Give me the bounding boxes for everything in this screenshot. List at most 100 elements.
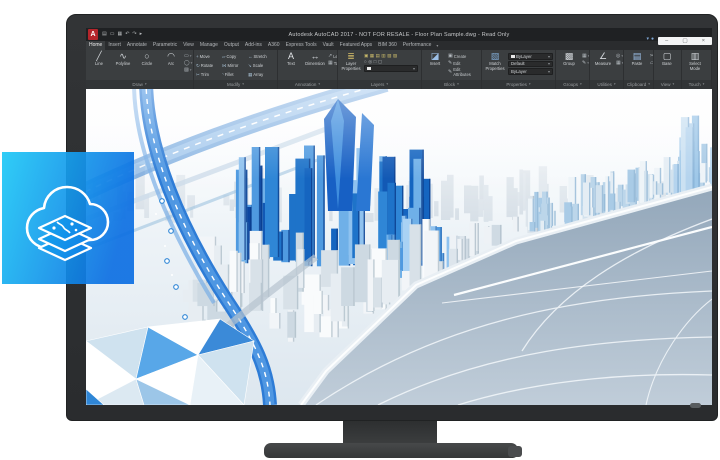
panel-expand-icon[interactable]: ▾ xyxy=(648,80,650,89)
leader-button[interactable]: ↗Leader xyxy=(328,53,337,59)
tab-view[interactable]: View xyxy=(180,41,197,50)
new-icon[interactable]: ▤ xyxy=(102,28,107,41)
panel-label: Clipboard xyxy=(627,80,646,89)
hatch-button[interactable]: ▨▾ xyxy=(184,67,192,73)
dimension-button[interactable]: ↔Dimension xyxy=(304,51,326,67)
tab-manage[interactable]: Manage xyxy=(197,41,221,50)
arc-button[interactable]: ◠Arc xyxy=(160,51,182,67)
dropdown-caret-icon: ▾ xyxy=(588,54,589,58)
move-button[interactable]: +Move xyxy=(196,52,222,61)
panel-label: Layers xyxy=(371,80,385,89)
editattr-icon: ✎ xyxy=(448,69,452,75)
copyclip-button[interactable]: ▱▾ xyxy=(650,60,653,66)
minimize-button[interactable]: – xyxy=(665,37,668,45)
tab-featured-apps[interactable]: Featured Apps xyxy=(337,41,376,50)
panel-expand-icon[interactable]: ▾ xyxy=(242,80,244,89)
panel-expand-icon[interactable]: ▾ xyxy=(703,80,705,89)
properties-dropdown-0[interactable]: ByLayer▾ xyxy=(508,53,553,60)
tab-a360[interactable]: A360 xyxy=(265,41,283,50)
rect-button[interactable]: ▭▾ xyxy=(184,53,192,59)
titlebar: A ▤ ▭ ▦ ↶ ↷ ▸ Autodesk AutoCAD 2017 - NO… xyxy=(86,28,712,41)
properties-dropdown-2[interactable]: ByLayer▾ xyxy=(508,68,553,75)
open-icon[interactable]: ▭ xyxy=(110,28,115,41)
plot-icon[interactable]: ▸ xyxy=(140,28,143,41)
table-button[interactable]: ▦Table xyxy=(328,60,337,66)
copy-button[interactable]: ▱Copy xyxy=(222,52,248,61)
scale-button[interactable]: ↘Scale xyxy=(248,61,274,70)
rotate-button[interactable]: ↻Rotate xyxy=(196,61,222,70)
panel-label: Block xyxy=(444,80,455,89)
window-title: Autodesk AutoCAD 2017 - NOT FOR RESALE -… xyxy=(86,28,712,41)
tab-express-tools[interactable]: Express Tools xyxy=(283,41,320,50)
array-button[interactable]: ▦Array xyxy=(248,70,274,79)
trim-button[interactable]: ✂Trim xyxy=(196,70,222,79)
layer-dropdown[interactable]: ▾ xyxy=(364,65,418,72)
create-icon: ▣ xyxy=(448,53,453,59)
text-button[interactable]: AText xyxy=(280,51,302,67)
layer-color-chip xyxy=(367,67,371,71)
mirror-label: Mirror xyxy=(228,63,239,68)
insert-button[interactable]: ◪Insert xyxy=(424,51,446,67)
polyline-label: Polyline xyxy=(116,62,131,67)
tab-insert[interactable]: Insert xyxy=(105,41,124,50)
cutclip-button[interactable]: ✂▾ xyxy=(650,53,653,59)
panel-expand-icon[interactable]: ▾ xyxy=(580,80,582,89)
tab-add-ins[interactable]: Add-ins xyxy=(242,41,265,50)
match-button[interactable]: ▧Match Properties xyxy=(484,51,506,71)
tab-annotate[interactable]: Annotate xyxy=(124,41,150,50)
base-label: Base xyxy=(662,62,672,67)
panel-expand-icon[interactable]: ▾ xyxy=(529,80,531,89)
tab-output[interactable]: Output xyxy=(221,41,242,50)
group-button[interactable]: ▩Group xyxy=(558,51,580,67)
match-label: Match Properties xyxy=(484,62,506,71)
stretch-button[interactable]: ↔Stretch xyxy=(248,52,274,61)
base-button[interactable]: ▢Base xyxy=(656,51,678,67)
quick-access-toolbar[interactable]: ▤ ▭ ▦ ↶ ↷ ▸ xyxy=(102,28,142,41)
tab-vault[interactable]: Vault xyxy=(320,41,337,50)
panel-expand-icon[interactable]: ▾ xyxy=(672,80,674,89)
tab-performance[interactable]: Performance xyxy=(400,41,435,50)
autocad-logo-icon[interactable]: A xyxy=(88,29,98,40)
mirror-button[interactable]: ⋈Mirror xyxy=(222,61,248,70)
quickcalc-button[interactable]: ▦▾ xyxy=(616,60,623,66)
dropdown-caret-icon: ▾ xyxy=(622,61,623,65)
edit-icon: ✎ xyxy=(448,60,452,66)
idpoint-button[interactable]: ◎▾ xyxy=(616,53,623,59)
tab-bim-360[interactable]: BIM 360 xyxy=(375,41,400,50)
paste-button[interactable]: ▤Paste xyxy=(626,51,648,67)
panel-expand-icon[interactable]: ▾ xyxy=(145,80,147,89)
create-button[interactable]: ▣Create xyxy=(448,53,479,59)
circle-button[interactable]: ○Circle xyxy=(136,51,158,67)
tab-home[interactable]: Home xyxy=(86,41,105,50)
panel-expand-icon[interactable]: ▾ xyxy=(457,80,459,89)
tab-parametric[interactable]: Parametric xyxy=(150,41,180,50)
ellipse-button[interactable]: ◯▾ xyxy=(184,60,192,66)
selectmode-button[interactable]: ▥Select Mode xyxy=(684,51,706,71)
array-icon: ▦ xyxy=(248,72,252,78)
measure-button[interactable]: ∠Measure xyxy=(592,51,614,67)
close-button[interactable]: × xyxy=(702,37,705,45)
ribbon-options-icon[interactable]: ▾ xyxy=(434,41,440,50)
edit-button[interactable]: ✎Edit xyxy=(448,60,479,66)
dropdown-value: Default xyxy=(511,61,525,66)
selectmode-label: Select Mode xyxy=(684,62,706,71)
panel-expand-icon[interactable]: ▾ xyxy=(318,80,320,89)
line-button[interactable]: ╱Line xyxy=(88,51,110,67)
redo-icon[interactable]: ↷ xyxy=(132,28,136,41)
save-icon[interactable]: ▦ xyxy=(117,28,122,41)
restore-button[interactable]: ▢ xyxy=(682,37,687,45)
editattr-button[interactable]: ✎Edit Attributes xyxy=(448,67,479,77)
undo-icon[interactable]: ↶ xyxy=(125,28,129,41)
infocenter-icons[interactable]: ▾● xyxy=(646,36,654,42)
properties-dropdown-1[interactable]: Default▾ xyxy=(508,61,553,68)
groupedit-button[interactable]: ✎▾ xyxy=(582,60,589,66)
power-button[interactable] xyxy=(690,403,701,408)
fillet-button[interactable]: ◝Fillet xyxy=(222,70,248,79)
polyline-button[interactable]: ∿Polyline xyxy=(112,51,134,67)
panel-expand-icon[interactable]: ▾ xyxy=(386,80,388,89)
trim-icon: ✂ xyxy=(196,72,200,78)
layers-button[interactable]: ≣Layer Properties xyxy=(340,51,362,71)
panel-expand-icon[interactable]: ▾ xyxy=(614,80,616,89)
ungroup-button[interactable]: ▦▾ xyxy=(582,53,589,59)
panel-label: Properties xyxy=(506,80,527,89)
